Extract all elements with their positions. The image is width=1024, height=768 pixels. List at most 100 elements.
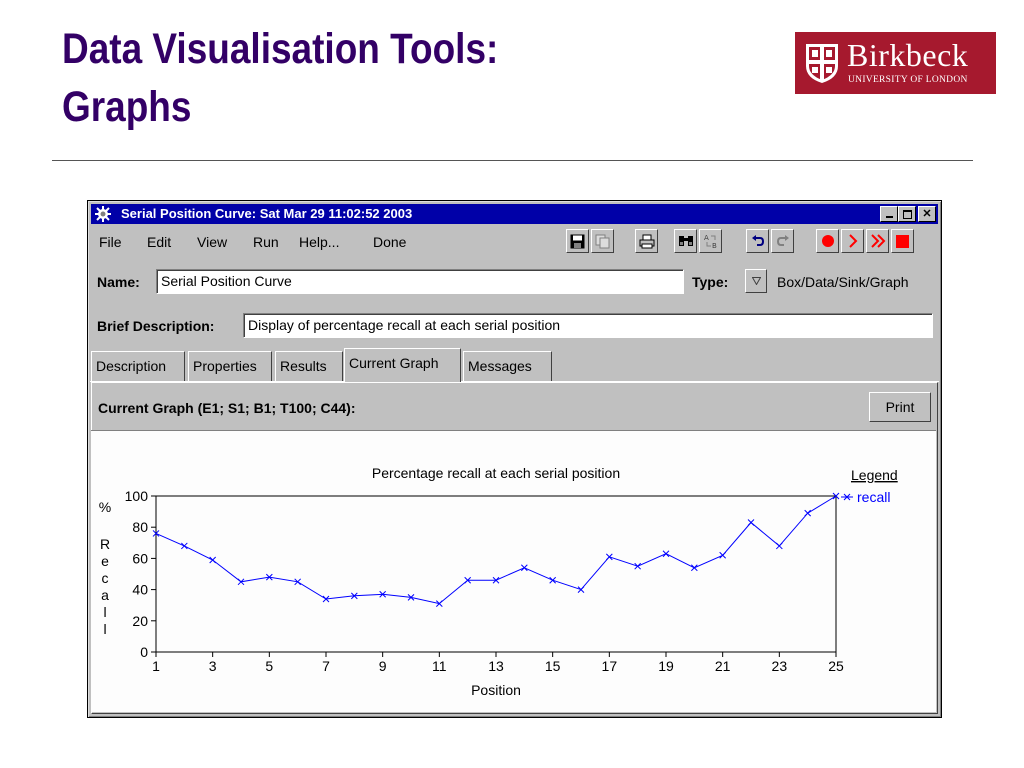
y-tick-label: 40 [132, 582, 148, 598]
x-tick-label: 23 [772, 658, 788, 674]
triangle-down-icon [751, 277, 761, 285]
print-icon [639, 234, 654, 248]
svg-text:B: B [712, 242, 717, 249]
data-point [775, 542, 783, 550]
y-tick-label: 20 [132, 613, 148, 629]
legend-entry-recall: recall [857, 489, 890, 505]
record-button[interactable] [816, 229, 839, 253]
graph-canvas: Percentage recall at each serial positio… [91, 430, 936, 712]
menu-file[interactable]: File [99, 234, 122, 250]
series-line-recall [155, 495, 837, 605]
data-point [747, 519, 755, 526]
graph-header: Current Graph (E1; S1; B1; T100; C44): [98, 400, 356, 416]
minimize-button[interactable] [880, 206, 898, 222]
name-field[interactable]: Serial Position Curve [156, 269, 684, 294]
print-toolbar-button[interactable] [635, 229, 658, 253]
menu-help[interactable]: Help... [299, 234, 339, 250]
tab-description[interactable]: Description [91, 351, 185, 381]
menu-edit[interactable]: Edit [147, 234, 171, 250]
step-button[interactable] [841, 229, 864, 253]
x-tick-label: 21 [715, 658, 731, 674]
close-icon: ✕ [922, 207, 932, 220]
tab-properties[interactable]: Properties [188, 351, 272, 381]
y-tick-label: 100 [125, 488, 149, 504]
undo-button[interactable] [746, 229, 769, 253]
type-dropdown-button[interactable] [745, 269, 767, 293]
legend-title: Legend [851, 467, 898, 483]
x-tick-label: 17 [602, 658, 618, 674]
y-axis-label-char: a [101, 587, 109, 603]
data-point [804, 509, 812, 517]
chart-title: Percentage recall at each serial positio… [372, 465, 620, 481]
title-divider [52, 160, 973, 161]
redo-icon [776, 235, 789, 246]
data-point [662, 550, 670, 558]
plot-frame [155, 495, 837, 653]
birkbeck-logo: Birkbeck UNIVERSITY OF LONDON [795, 32, 996, 94]
copy-button[interactable] [591, 229, 614, 253]
menu-view[interactable]: View [197, 234, 227, 250]
x-tick-label: 19 [658, 658, 674, 674]
print-button[interactable]: Print [869, 392, 931, 422]
window-title: Serial Position Curve: Sat Mar 29 11:02:… [121, 206, 413, 221]
data-point [634, 562, 642, 570]
save-button[interactable] [566, 229, 589, 253]
copy-icon [595, 234, 610, 248]
brief-description-field[interactable]: Display of percentage recall at each ser… [243, 313, 933, 338]
svg-text:A: A [704, 234, 709, 242]
y-axis-unit: % [99, 499, 111, 515]
maximize-button[interactable] [898, 206, 916, 222]
maximize-icon [902, 209, 912, 219]
x-tick-label: 3 [209, 658, 217, 674]
y-axis-label-char: R [100, 536, 110, 552]
redo-button[interactable] [771, 229, 794, 253]
y-tick-label: 60 [132, 550, 148, 566]
y-tick-label: 80 [132, 519, 148, 535]
record-icon [821, 235, 834, 247]
x-tick-label: 15 [545, 658, 561, 674]
application-window: Serial Position Curve: Sat Mar 29 11:02:… [87, 200, 942, 718]
data-point [209, 556, 217, 564]
tab-current-graph[interactable]: Current Graph [344, 348, 461, 382]
logo-subtitle: UNIVERSITY OF LONDON [848, 75, 968, 85]
y-tick-label: 0 [140, 644, 148, 660]
menu-done[interactable]: Done [373, 234, 406, 250]
x-tick-label: 1 [152, 658, 160, 674]
recall-chart: Percentage recall at each serial positio… [99, 465, 898, 698]
minimize-icon [885, 216, 893, 218]
slide-title-line2: Graphs [62, 83, 192, 131]
y-axis-label-char: e [101, 553, 109, 569]
crest-icon [806, 44, 838, 83]
replace-icon: AB [704, 234, 717, 249]
x-tick-label: 7 [322, 658, 330, 674]
tab-results[interactable]: Results [275, 351, 343, 381]
x-tick-label: 25 [828, 658, 844, 674]
data-point [719, 551, 727, 559]
type-label: Type: [692, 274, 729, 290]
data-point [549, 576, 557, 584]
y-axis-label-char: c [102, 570, 109, 586]
undo-icon [751, 235, 764, 246]
logo-name: Birkbeck [847, 37, 969, 73]
y-axis-label-char: l [103, 621, 106, 637]
run-icon [870, 234, 885, 248]
replace-button[interactable]: AB [699, 229, 722, 253]
tab-messages[interactable]: Messages [463, 351, 552, 381]
save-icon [570, 234, 585, 248]
menu-run[interactable]: Run [253, 234, 279, 250]
type-value: Box/Data/Sink/Graph [777, 274, 909, 290]
data-point [577, 586, 585, 593]
x-axis-label: Position [471, 682, 521, 698]
data-point [605, 553, 613, 561]
close-button[interactable]: ✕ [918, 206, 936, 222]
data-point [180, 542, 188, 550]
find-icon [678, 236, 693, 246]
window-titlebar[interactable]: Serial Position Curve: Sat Mar 29 11:02:… [91, 204, 938, 224]
data-point [690, 564, 698, 572]
run-button[interactable] [866, 229, 889, 253]
step-icon [848, 234, 857, 248]
stop-button[interactable] [891, 229, 914, 253]
stop-icon [896, 234, 909, 248]
find-button[interactable] [674, 229, 697, 253]
y-axis-label-char: l [103, 604, 106, 620]
